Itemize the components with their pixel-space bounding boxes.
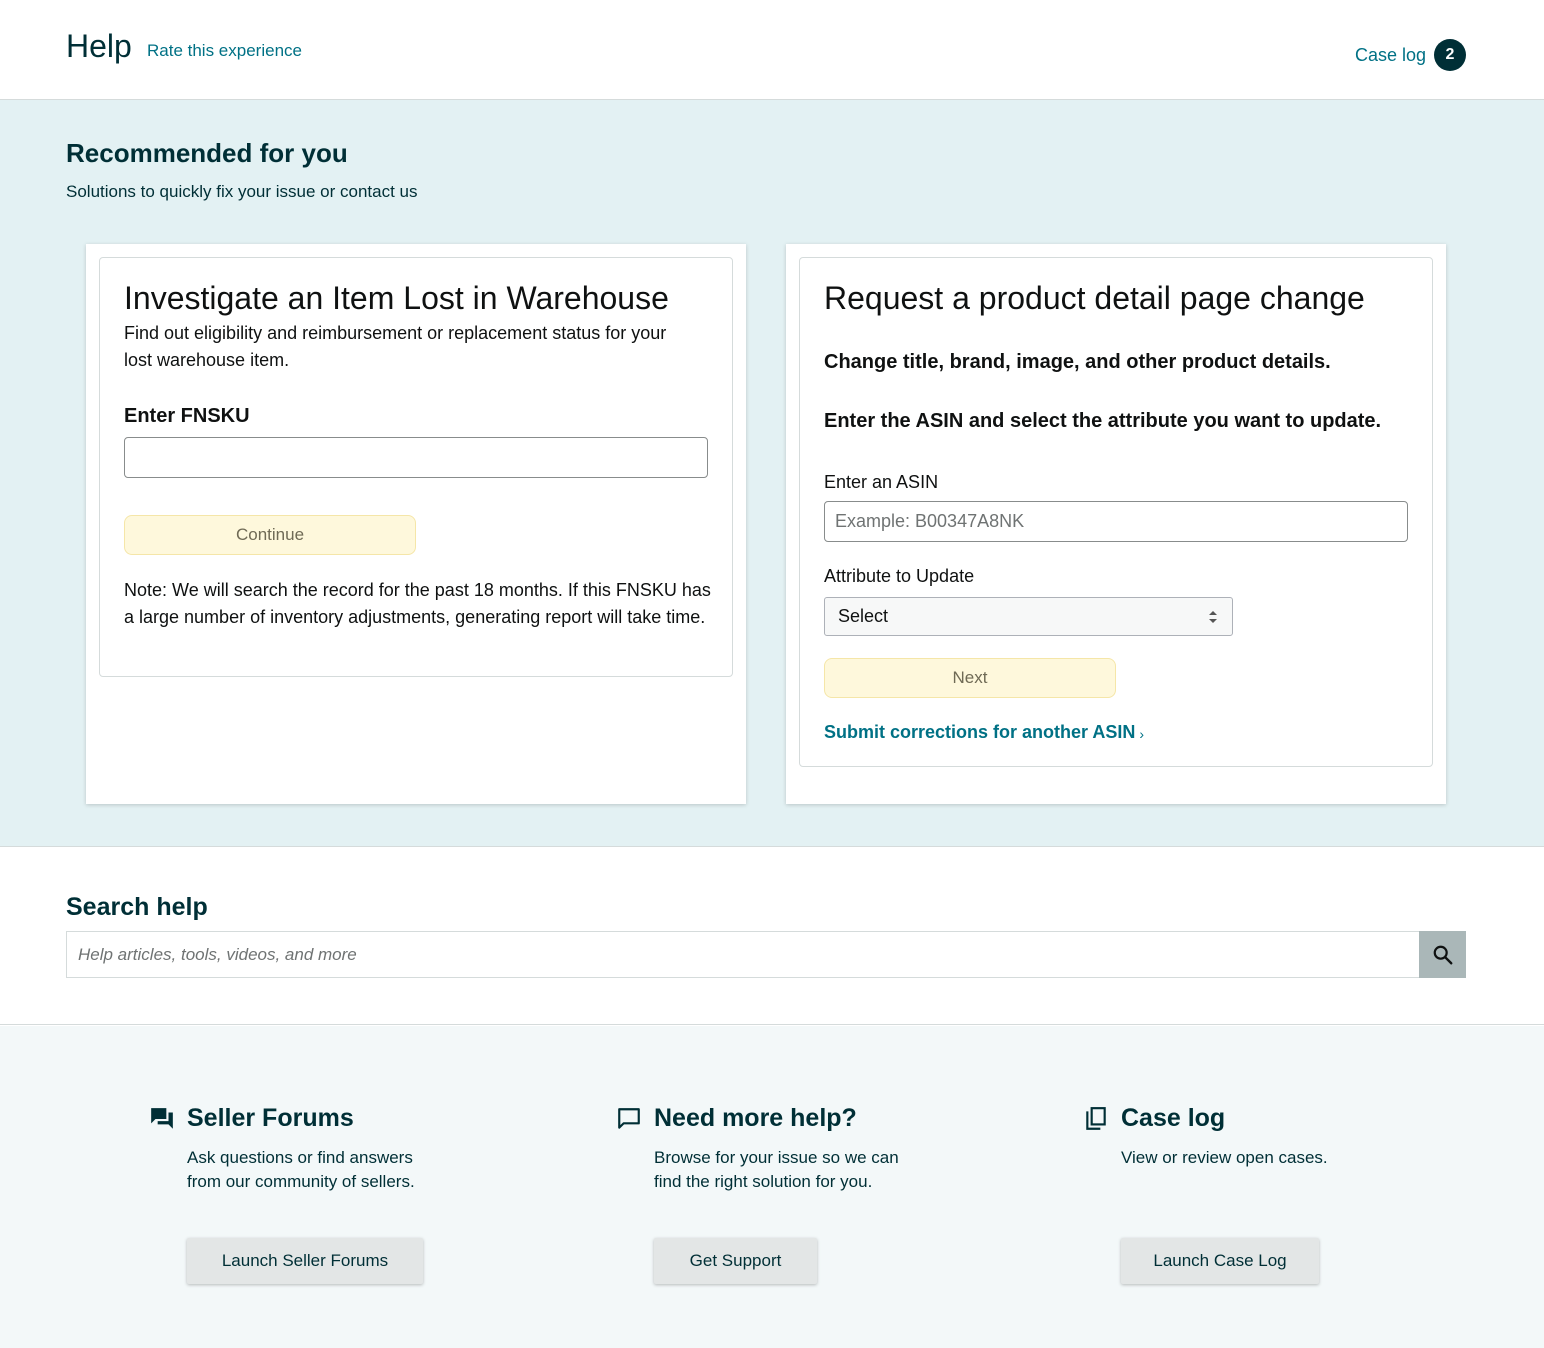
recommended-section: Recommended for you Solutions to quickly… [0, 100, 1544, 847]
page-title: Help [66, 28, 132, 64]
another-asin-link-text: Submit corrections for another ASIN [824, 722, 1136, 742]
chevron-right-icon: › [1139, 726, 1145, 742]
detail-page-change-subtitle: Change title, brand, image, and other pr… [824, 351, 1331, 373]
copy-icon [1086, 1107, 1106, 1130]
search-button[interactable] [1419, 931, 1466, 978]
detail-page-change-card: Request a product detail page change Cha… [786, 244, 1446, 804]
search-section: Search help [0, 847, 1544, 1025]
case-log-title: Case log [1121, 1104, 1226, 1132]
seller-forums-title: Seller Forums [187, 1104, 354, 1132]
seller-forums-description: Ask questions or find answers from our c… [187, 1148, 415, 1191]
need-help-description: Browse for your issue so we can find the… [654, 1148, 899, 1191]
asin-input[interactable] [824, 501, 1408, 542]
asin-instruction: Enter the ASIN and select the attribute … [824, 410, 1382, 432]
search-icon [1433, 945, 1452, 964]
recommended-subtitle: Solutions to quickly fix your issue or c… [66, 182, 418, 201]
lost-item-card: Investigate an Item Lost in Warehouse Fi… [86, 244, 746, 804]
detail-page-change-card-inner: Request a product detail page change Cha… [799, 257, 1433, 767]
forum-icon [151, 1108, 173, 1129]
another-asin-link[interactable]: Submit corrections for another ASIN › [824, 722, 1144, 743]
asin-label: Enter an ASIN [824, 472, 939, 492]
fnsku-input[interactable] [124, 437, 708, 478]
case-log-header-link[interactable]: Case log 2 [1355, 39, 1466, 71]
lost-item-title: Investigate an Item Lost in Warehouse [124, 280, 669, 316]
attribute-select-value: Select [838, 606, 889, 626]
search-input[interactable] [66, 931, 1419, 978]
attribute-select[interactable]: Select [824, 597, 1233, 636]
launch-case-log-button[interactable]: Launch Case Log [1121, 1238, 1319, 1284]
lost-item-description: Find out eligibility and reimbursement o… [124, 323, 667, 370]
footer-section: Seller Forums Ask questions or find answ… [0, 1026, 1544, 1348]
lost-item-card-inner: Investigate an Item Lost in Warehouse Fi… [99, 257, 733, 677]
fnsku-label: Enter FNSKU [124, 405, 250, 427]
need-help-title: Need more help? [654, 1104, 857, 1132]
page-header: Help Rate this experience Case log 2 [0, 0, 1544, 100]
lost-item-note: Note: We will search the record for the … [124, 580, 711, 627]
next-button[interactable]: Next [824, 658, 1116, 698]
detail-page-change-title: Request a product detail page change [824, 280, 1365, 316]
attribute-label: Attribute to Update [824, 566, 975, 586]
case-log-count-badge: 2 [1434, 39, 1466, 71]
case-log-label: Case log [1354, 44, 1426, 65]
continue-button[interactable]: Continue [124, 515, 416, 555]
rate-experience-link[interactable]: Rate this experience [147, 41, 302, 61]
recommended-title: Recommended for you [66, 138, 348, 168]
chat-bubble-icon [618, 1108, 640, 1129]
launch-seller-forums-button[interactable]: Launch Seller Forums [187, 1238, 423, 1284]
case-log-description: View or review open cases. [1121, 1148, 1328, 1167]
get-support-button[interactable]: Get Support [654, 1238, 817, 1284]
select-arrows-icon [1209, 611, 1217, 623]
search-title: Search help [66, 893, 208, 921]
